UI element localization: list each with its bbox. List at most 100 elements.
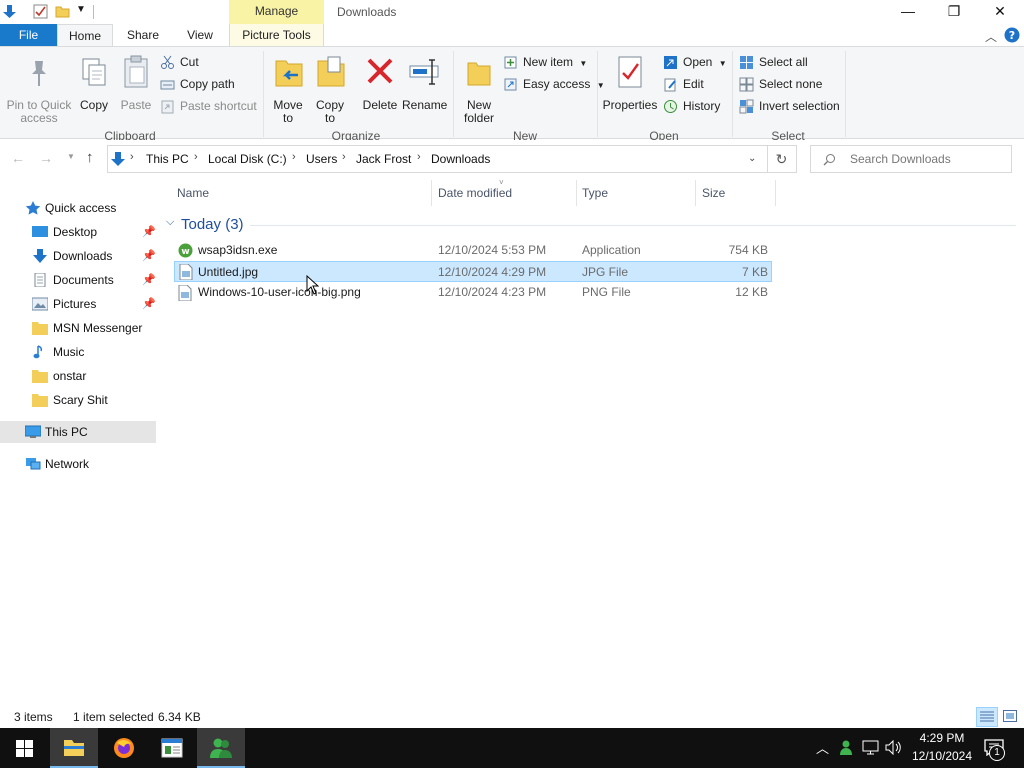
properties-check-icon[interactable] <box>33 4 48 19</box>
start-button[interactable] <box>0 728 48 768</box>
group-collapse-chevron-icon[interactable]: ⌵ <box>166 216 174 229</box>
nav-desktop[interactable]: Desktop 📌 <box>0 221 156 243</box>
forward-arrow-icon[interactable]: → <box>39 150 53 166</box>
paste-button[interactable]: Paste <box>118 55 154 121</box>
new-folder-icon[interactable] <box>55 4 70 19</box>
action-center-button[interactable]: 1 <box>980 728 1024 768</box>
column-header-name[interactable]: Name <box>177 186 209 202</box>
breadcrumb-chevron-icon[interactable]: › <box>194 151 198 163</box>
taskbar-firefox[interactable] <box>100 728 148 768</box>
nav-documents[interactable]: Documents 📌 <box>0 269 156 291</box>
nav-downloads[interactable]: Downloads 📌 <box>0 245 156 267</box>
pin-quick-access-button[interactable]: Pin to Quick access <box>4 55 74 125</box>
collapse-ribbon-icon[interactable]: ︿ <box>985 28 997 45</box>
close-button[interactable]: ✕ <box>977 0 1023 24</box>
properties-button[interactable]: Properties <box>602 55 658 121</box>
volume-icon[interactable] <box>885 740 902 755</box>
tab-share[interactable]: Share <box>118 24 168 47</box>
nav-this-pc[interactable]: This PC <box>0 421 156 443</box>
nav-music[interactable]: Music <box>0 341 156 363</box>
qat-dropdown-icon[interactable]: ▼ <box>76 4 86 15</box>
recent-locations-icon[interactable]: ▼ <box>67 152 75 161</box>
select-none-button[interactable]: Select none <box>739 76 822 94</box>
column-divider[interactable] <box>695 180 696 206</box>
move-to-button[interactable]: Move to <box>268 55 308 125</box>
breadcrumb-chevron-icon[interactable]: › <box>342 151 346 163</box>
copy-to-button[interactable]: Copy to <box>310 55 350 125</box>
breadcrumb-chevron-icon[interactable]: › <box>292 151 296 163</box>
qat-divider <box>93 5 94 19</box>
documents-icon <box>34 273 46 287</box>
downloads-arrow-icon[interactable] <box>2 4 17 19</box>
tab-home[interactable]: Home <box>57 24 113 47</box>
breadcrumb-jack-frost[interactable]: Jack Frost <box>356 152 411 166</box>
edit-button[interactable]: Edit <box>663 76 704 94</box>
computer-icon <box>25 425 41 438</box>
details-view-button[interactable] <box>976 707 998 727</box>
up-arrow-icon[interactable]: ↑ <box>86 149 94 166</box>
breadcrumb-this-pc[interactable]: This PC <box>146 152 189 166</box>
taskbar-msn-messenger[interactable] <box>197 728 245 768</box>
title-bar: ▼ Manage Downloads — ❐ ✕ <box>0 0 1024 24</box>
tab-picture-tools[interactable]: Picture Tools <box>229 24 324 47</box>
back-arrow-icon[interactable]: ← <box>11 150 25 166</box>
nav-pictures[interactable]: Pictures 📌 <box>0 293 156 315</box>
minimize-button[interactable]: — <box>885 0 931 24</box>
large-icons-view-button[interactable] <box>1000 707 1022 727</box>
breadcrumb-users[interactable]: Users <box>306 152 337 166</box>
paste-shortcut-icon <box>161 100 174 114</box>
column-header-date[interactable]: Date modified <box>438 186 512 202</box>
restore-button[interactable]: ❐ <box>931 0 977 24</box>
group-header-today[interactable]: ⌵ Today (3) <box>166 215 1016 235</box>
breadcrumb-local-disk[interactable]: Local Disk (C:) <box>208 152 287 166</box>
new-item-button[interactable]: New item ▼ <box>503 54 587 72</box>
tab-view[interactable]: View <box>176 24 224 47</box>
breadcrumb-chevron-icon[interactable]: › <box>130 151 134 163</box>
breadcrumb-chevron-icon[interactable]: › <box>417 151 421 163</box>
search-box[interactable]: Search Downloads <box>810 145 1012 173</box>
nav-msn-messenger[interactable]: MSN Messenger <box>0 317 156 339</box>
file-row-selected[interactable]: Untitled.jpg 12/10/2024 4:29 PM JPG File… <box>174 261 772 282</box>
show-hidden-icons-chevron-icon[interactable]: ︿ <box>816 738 829 757</box>
column-divider[interactable] <box>775 180 776 206</box>
clock-time[interactable]: 4:29 PM <box>908 731 976 745</box>
clock-date[interactable]: 12/10/2024 <box>908 749 976 763</box>
mouse-cursor-icon <box>306 275 319 295</box>
taskbar-app[interactable] <box>148 728 196 768</box>
tab-file[interactable]: File <box>0 24 57 47</box>
folder-icon <box>32 394 48 407</box>
nav-scary-shit[interactable]: Scary Shit <box>0 389 156 411</box>
breadcrumb-downloads[interactable]: Downloads <box>431 152 490 166</box>
tray-msn-icon[interactable] <box>839 739 855 756</box>
cut-button[interactable]: Cut <box>160 54 199 72</box>
ribbon-separator <box>263 51 264 137</box>
delete-button[interactable]: Delete <box>360 55 400 121</box>
taskbar-file-explorer[interactable] <box>50 728 98 768</box>
nav-quick-access[interactable]: Quick access <box>0 197 156 219</box>
invert-selection-button[interactable]: Invert selection <box>739 98 840 116</box>
copy-path-button[interactable]: Copy path <box>160 76 235 94</box>
column-divider[interactable] <box>576 180 577 206</box>
paste-shortcut-button[interactable]: Paste shortcut <box>160 98 257 116</box>
easy-access-button[interactable]: Easy access ▼ <box>503 76 605 94</box>
new-folder-button[interactable]: New folder <box>458 55 500 125</box>
history-button[interactable]: History <box>663 98 720 116</box>
select-all-button[interactable]: Select all <box>739 54 808 72</box>
nav-network[interactable]: Network <box>0 453 156 475</box>
open-button[interactable]: Open ▼ <box>663 54 727 72</box>
help-icon[interactable]: ? <box>1004 27 1020 43</box>
nav-onstar[interactable]: onstar <box>0 365 156 387</box>
file-row[interactable]: w wsap3idsn.exe 12/10/2024 5:53 PM Appli… <box>174 240 772 261</box>
column-header-size[interactable]: Size <box>702 186 725 202</box>
rename-button[interactable]: Rename <box>402 55 447 121</box>
nav-documents-label: Documents <box>53 273 114 287</box>
column-divider[interactable] <box>431 180 432 206</box>
address-bar[interactable]: › This PC › Local Disk (C:) › Users › Ja… <box>107 145 768 173</box>
copy-button[interactable]: Copy <box>76 55 112 121</box>
column-header-type[interactable]: Type <box>582 186 608 202</box>
file-row[interactable]: Windows-10-user-icon-big.png 12/10/2024 … <box>174 282 772 303</box>
network-tray-icon[interactable] <box>862 740 879 755</box>
address-history-chevron-icon[interactable]: ⌄ <box>748 153 756 164</box>
refresh-button[interactable]: ↻ <box>767 145 797 173</box>
manage-context-tab[interactable]: Manage <box>229 0 324 24</box>
